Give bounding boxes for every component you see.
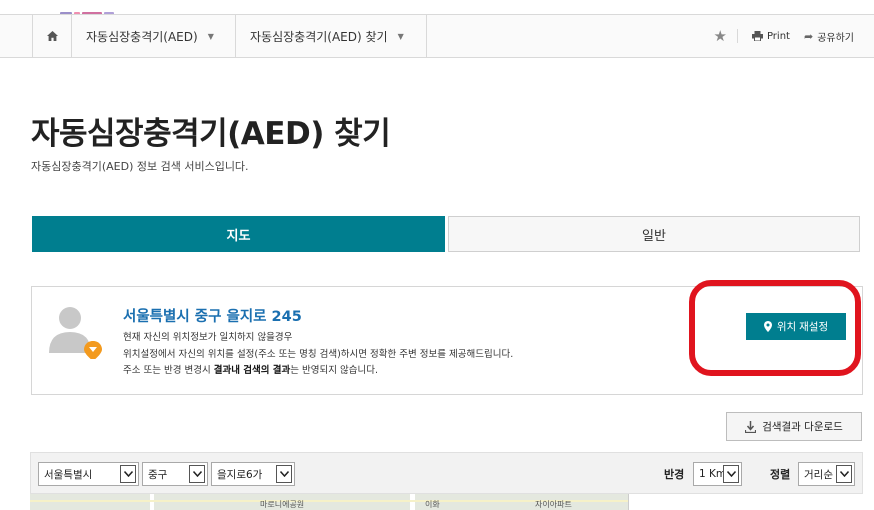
result-list-panel [628,494,863,510]
share-label: 공유하기 [817,32,854,44]
notice-line: 위치설정에서 자신의 위치를 설정(주소 또는 명칭 검색)하시면 정확한 주변… [123,348,514,360]
user-location-avatar [47,301,105,361]
map-label: 마로니에공원 [260,500,305,509]
sido-select-value: 서울특별시 [44,468,93,481]
download-results-label: 검색결과 다운로드 [762,421,843,433]
map-label: 이화 [425,500,440,509]
highlight-annotation [689,280,861,376]
page-title: 자동심장충격기(AED) 찾기 [31,116,391,152]
user-avatar-icon [49,307,102,361]
dong-select[interactable]: 을지로6가 [211,462,295,486]
notice-text: 주소 또는 반경 변경시 [123,365,214,376]
share-icon: ➦ [803,29,814,43]
breadcrumb-dropdown-aed-find[interactable]: 자동심장충격기(AED) 찾기 ▼ [236,15,427,57]
favorite-button[interactable]: ★ [714,27,727,45]
share-button[interactable]: ➦ 공유하기 [804,29,854,44]
download-results-button[interactable]: 검색결과 다운로드 [726,412,862,441]
sort-select[interactable]: 거리순 [798,462,855,486]
home-button[interactable] [32,15,72,57]
page-subtitle: 자동심장충격기(AED) 정보 검색 서비스입니다. [31,160,249,173]
chevron-down-icon: ▼ [397,31,404,41]
print-label: Print [766,30,790,42]
breadcrumb-dropdown-aed[interactable]: 자동심장충격기(AED) ▼ [72,15,236,57]
home-icon [46,31,58,41]
chevron-down-icon [276,465,292,483]
nav-actions: ★ Print ➦ 공유하기 [700,15,855,57]
site-header-strip [0,0,874,15]
tab-map[interactable]: 지도 [32,216,445,252]
divider [736,29,738,43]
map-road [410,494,415,510]
notice-line: 현재 자신의 위치정보가 일치하지 않을경우 [123,332,293,343]
location-notice: 현재 자신의 위치정보가 일치하지 않을경우 위치설정에서 자신의 위치를 설정… [123,330,513,380]
breadcrumb-dropdown-aed-label: 자동심장충격기(AED) [86,29,198,44]
notice-emphasis: 결과내 검색의 결과 [213,365,291,376]
printer-icon [751,31,763,41]
download-icon [745,420,757,433]
chevron-down-icon [836,465,852,483]
radius-label: 반경 [664,468,685,481]
gugun-select-value: 중구 [148,468,168,481]
notice-line: 주소 또는 반경 변경시 결과내 검색의 결과는 반영되지 않습니다. [123,363,513,380]
map-road [150,494,154,510]
radius-select[interactable]: 1 Km [693,462,742,486]
star-icon: ★ [713,27,727,45]
tab-general[interactable]: 일반 [448,216,860,252]
map-view[interactable]: 마로니에공원 이화 자이아파트 [30,494,628,510]
chevron-down-icon: ▼ [207,31,214,41]
sido-select[interactable]: 서울특별시 [38,462,139,486]
current-address: 서울특별시 중구 을지로 245 [123,309,302,325]
view-tabs: 지도 일반 [32,216,860,252]
chevron-down-icon [189,465,205,483]
logo-fragment [60,0,150,15]
breadcrumb-dropdown-aed-find-label: 자동심장충격기(AED) 찾기 [250,29,388,44]
map-label: 자이아파트 [535,500,572,509]
notice-text: 는 반영되지 않습니다. [290,365,379,376]
search-filter-bar: 서울특별시 중구 을지로6가 반경 1 Km 정렬 거리순 [30,452,863,494]
chevron-down-icon [723,465,739,483]
gugun-select[interactable]: 중구 [142,462,208,486]
chevron-down-icon [120,465,136,483]
location-navbar: 자동심장충격기(AED) ▼ 자동심장충격기(AED) 찾기 ▼ ★ Print… [0,14,874,58]
print-button[interactable]: Print [751,30,790,42]
sort-select-value: 거리순 [804,468,833,481]
dong-select-value: 을지로6가 [217,468,263,481]
sort-label: 정렬 [770,468,791,481]
